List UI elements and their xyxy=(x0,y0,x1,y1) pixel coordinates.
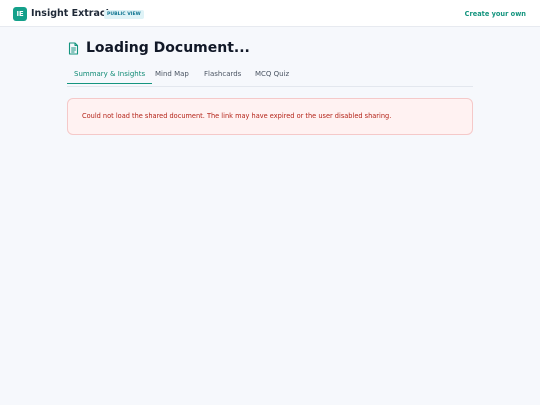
tab-mind-map[interactable]: Mind Map xyxy=(155,66,189,84)
tab-summary-insights[interactable]: Summary & Insights xyxy=(67,66,153,84)
top-bar: IE Insight Extractor PUBLIC VIEW Create … xyxy=(0,0,540,27)
page-title: Loading Document... xyxy=(86,40,250,56)
tab-flashcards[interactable]: Flashcards xyxy=(204,66,241,84)
tab-mcq-quiz[interactable]: MCQ Quiz xyxy=(255,66,289,84)
error-message: Could not load the shared document. The … xyxy=(82,112,392,120)
document-icon xyxy=(68,42,79,55)
error-alert: Could not load the shared document. The … xyxy=(67,98,473,135)
tab-bar: Summary & Insights Mind Map Flashcards M… xyxy=(67,66,473,87)
app-logo-icon[interactable]: IE xyxy=(13,7,27,21)
public-view-badge: PUBLIC VIEW xyxy=(104,10,144,19)
create-your-own-link[interactable]: Create your own xyxy=(465,7,526,21)
